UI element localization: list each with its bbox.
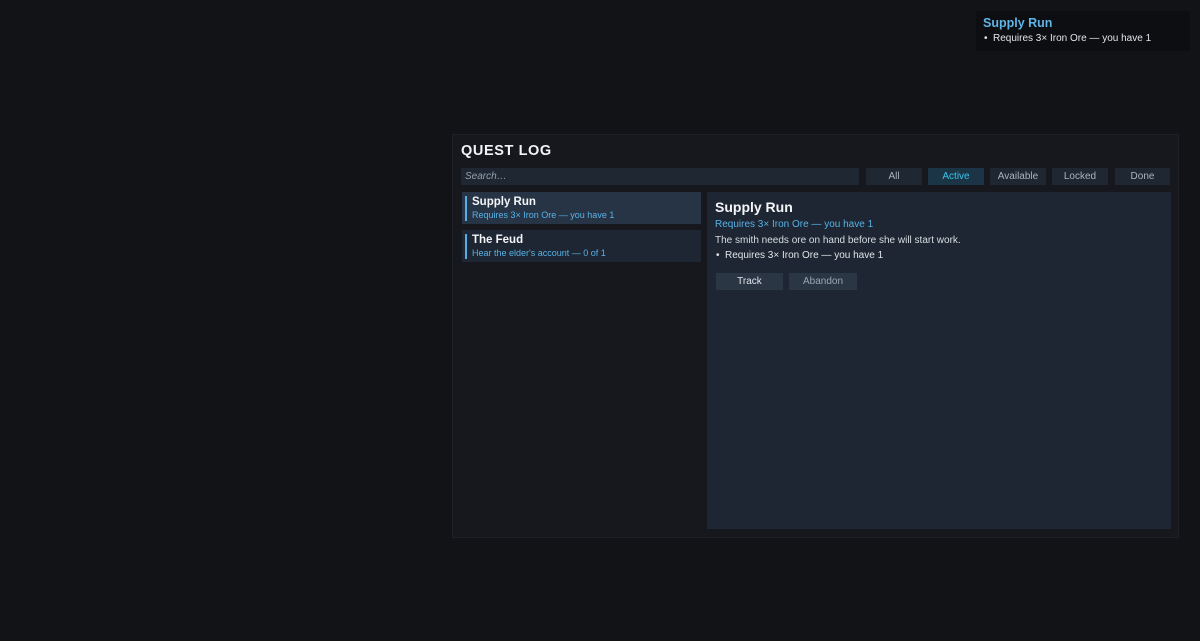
detail-title: Supply Run (715, 199, 793, 215)
selection-marker (465, 234, 467, 259)
detail-objective-text: Requires 3× Iron Ore — you have 1 (725, 250, 884, 261)
quest-list-item[interactable]: The Feud Hear the elder's account — 0 of… (462, 230, 701, 262)
filter-locked-button[interactable]: Locked (1052, 168, 1108, 185)
detail-description: The smith needs ore on hand before she w… (715, 235, 961, 246)
quest-subtitle: Requires 3× Iron Ore — you have 1 (472, 210, 615, 220)
detail-objective: • Requires 3× Iron Ore — you have 1 (715, 249, 1163, 262)
quest-list-item[interactable]: Supply Run Requires 3× Iron Ore — you ha… (462, 192, 701, 224)
quest-name: Supply Run (472, 196, 536, 208)
filter-done-button[interactable]: Done (1115, 168, 1170, 185)
quest-log-title: QUEST LOG (461, 143, 552, 159)
bullet-icon: • (716, 250, 720, 261)
quest-name: The Feud (472, 234, 524, 246)
detail-actions: Track Abandon (715, 273, 1163, 290)
quest-log-window: QUEST LOG All Active Available Locked Do… (452, 134, 1179, 538)
tracker-objective: • Requires 3× Iron Ore — you have 1 (983, 32, 1183, 46)
quest-subtitle: Hear the elder's account — 0 of 1 (472, 248, 606, 258)
bullet-icon: • (984, 33, 988, 44)
quest-list: Supply Run Requires 3× Iron Ore — you ha… (462, 192, 702, 268)
selection-marker (465, 196, 467, 221)
abandon-button[interactable]: Abandon (789, 273, 857, 290)
tracker-objective-text: Requires 3× Iron Ore — you have 1 (993, 33, 1152, 44)
quest-tracker: Supply Run • Requires 3× Iron Ore — you h… (976, 11, 1190, 51)
filter-all-button[interactable]: All (866, 168, 922, 185)
tracker-quest-title[interactable]: Supply Run (983, 16, 1183, 31)
filter-available-button[interactable]: Available (990, 168, 1046, 185)
detail-requirement: Requires 3× Iron Ore — you have 1 (715, 219, 874, 230)
quest-detail-panel: Supply Run Requires 3× Iron Ore — you ha… (707, 192, 1171, 529)
track-button[interactable]: Track (716, 273, 783, 290)
filter-active-button[interactable]: Active (928, 168, 984, 185)
search-input[interactable] (461, 168, 859, 185)
